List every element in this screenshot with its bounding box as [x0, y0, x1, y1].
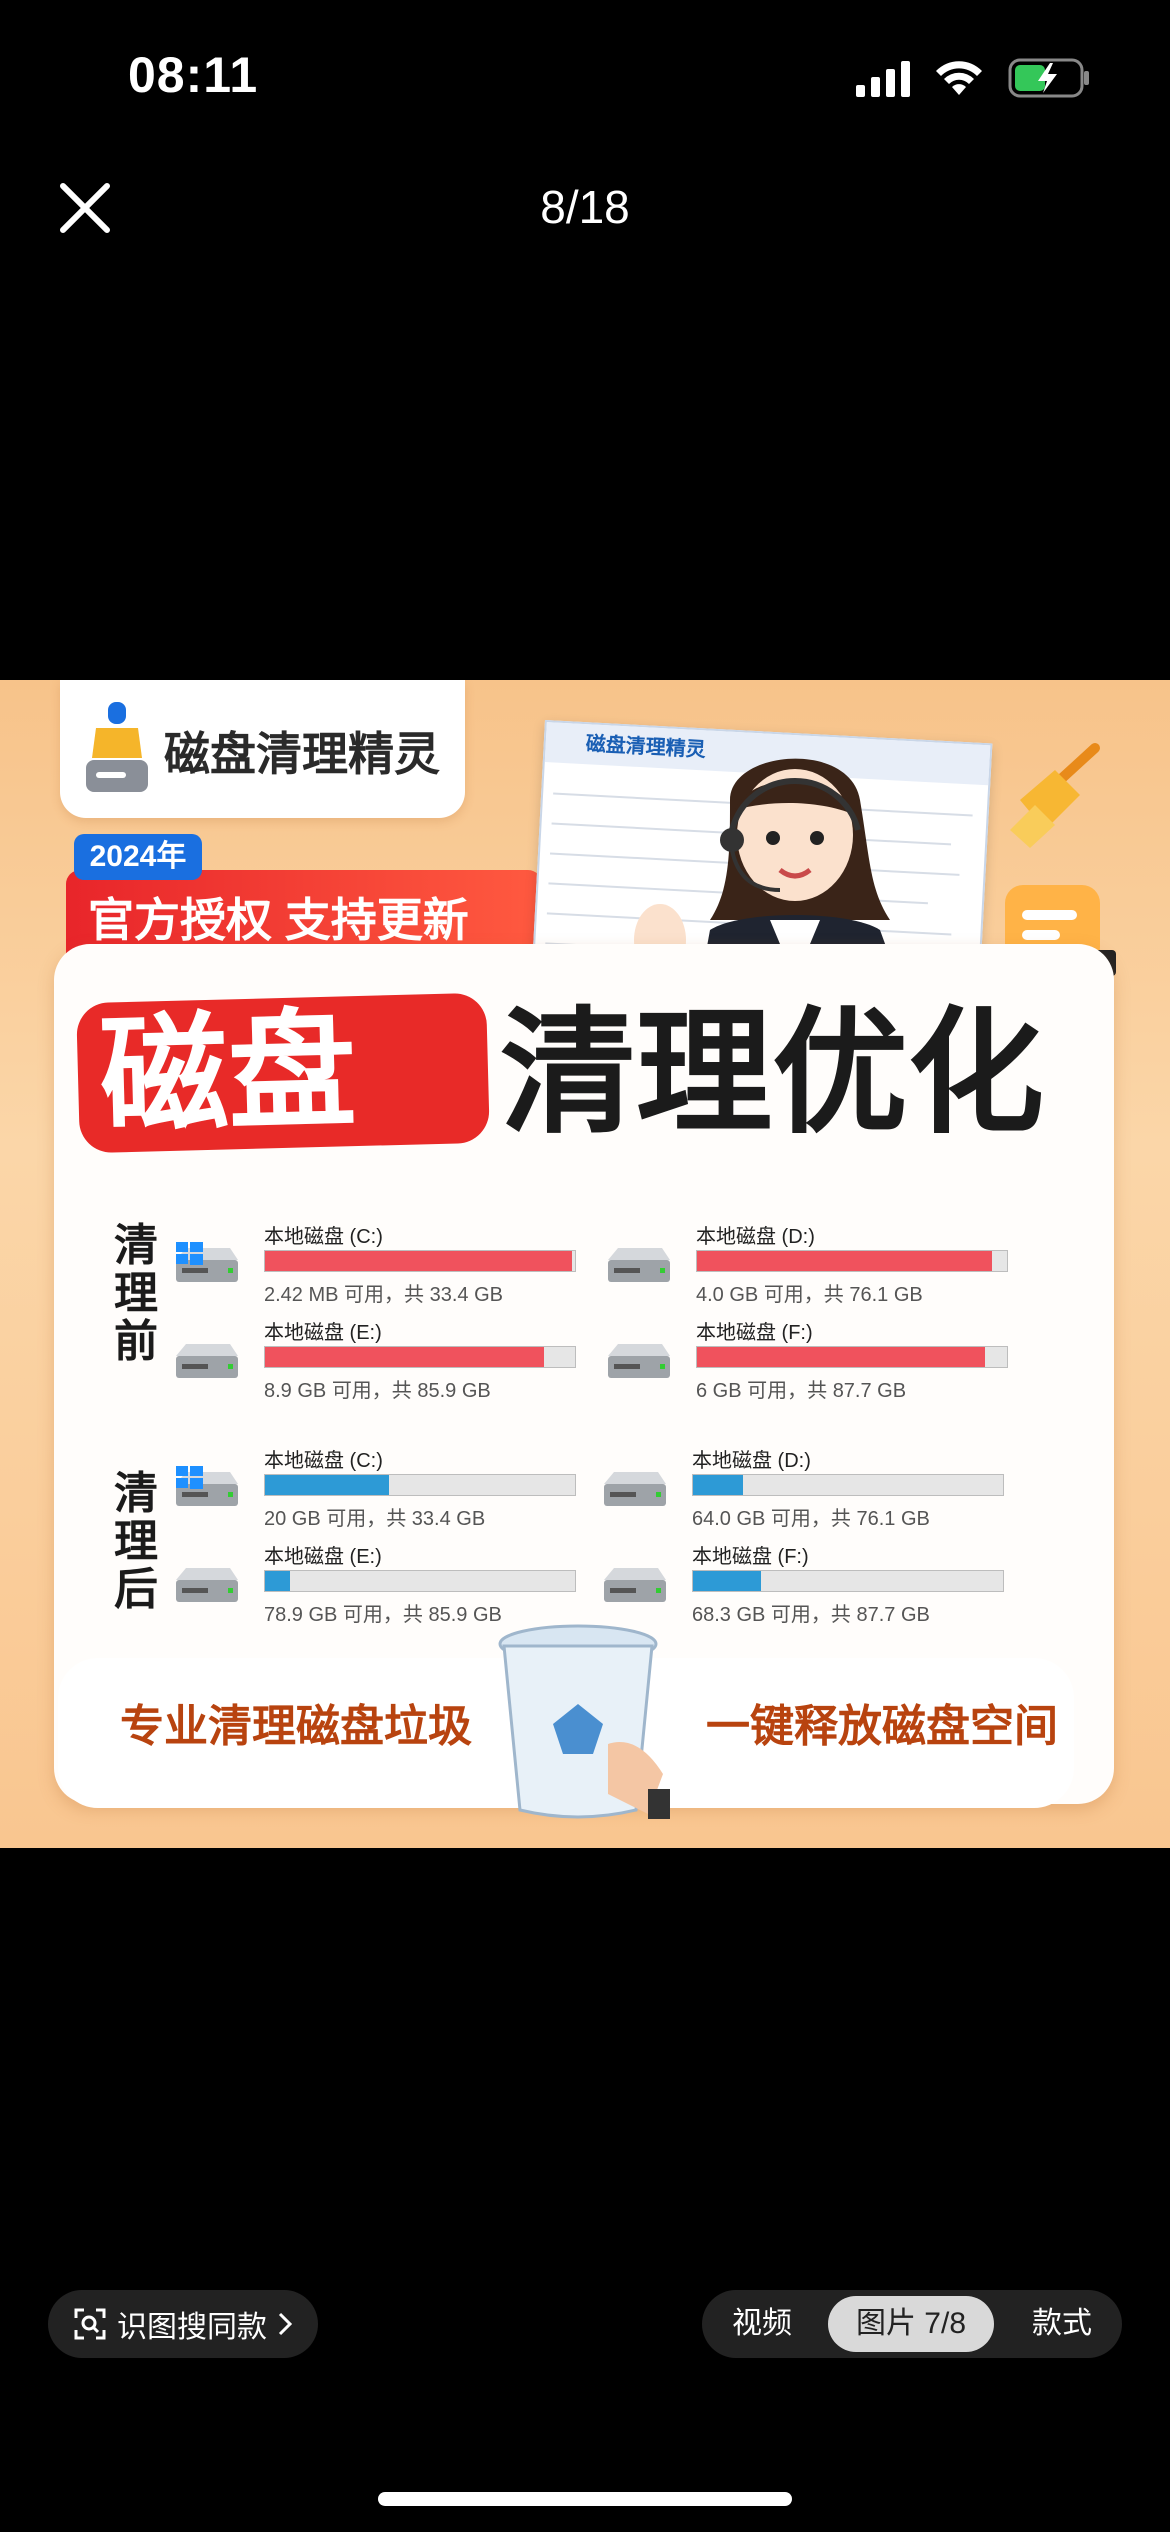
disk-usage-fill	[265, 1571, 290, 1591]
disk-free-space: 4.0 GB 可用，共 76.1 GB	[696, 1284, 923, 1306]
scan-search-icon	[74, 2308, 106, 2340]
disk-free-space: 6 GB 可用，共 87.7 GB	[696, 1380, 907, 1402]
disk-tile: 本地磁盘 (E:) 8.9 GB 可用，共 85.9 GB	[172, 1316, 592, 1406]
disk-usage-fill	[697, 1347, 986, 1367]
chevron-right-icon	[278, 2312, 293, 2336]
after-cleanup-label: 清 理 后	[106, 1470, 166, 1614]
disk-tile: 本地磁盘 (F:) 6 GB 可用，共 87.7 GB	[604, 1316, 1024, 1406]
home-indicator	[378, 2492, 792, 2506]
status-icons	[856, 56, 1090, 100]
image-search-label: 识图搜同款	[117, 2311, 267, 2344]
disk-name: 本地磁盘 (C:)	[264, 1226, 383, 1248]
hard-drive-icon	[604, 1568, 666, 1602]
disk-free-space: 20 GB 可用，共 33.4 GB	[264, 1508, 486, 1530]
disk-name: 本地磁盘 (E:)	[264, 1322, 382, 1344]
disk-name: 本地磁盘 (D:)	[696, 1226, 815, 1248]
windows-drive-icon	[176, 1242, 238, 1282]
status-time: 08:11	[128, 47, 259, 103]
product-image[interactable]: 磁盘清理精灵 官方授权 支持更新 2024年 磁盘清理精灵 磁盘 清理优化 清 …	[0, 680, 1170, 1848]
disk-tile: 本地磁盘 (D:) 64.0 GB 可用，共 76.1 GB	[600, 1444, 1020, 1534]
hard-drive-icon	[608, 1344, 670, 1378]
disk-usage-fill	[265, 1251, 572, 1271]
windows-drive-icon	[176, 1466, 238, 1506]
hard-drive-icon	[176, 1568, 238, 1602]
disk-cleaner-logo-icon	[86, 702, 148, 792]
slogan-left: 专业清理磁盘垃圾	[120, 1702, 472, 1751]
headline-highlight-text: 磁盘	[98, 999, 358, 1149]
disk-usage-bar	[264, 1346, 576, 1368]
disk-usage-bar	[264, 1570, 576, 1592]
status-bar: 08:11	[0, 0, 1170, 150]
disk-usage-bar	[264, 1474, 576, 1496]
disk-usage-bar	[692, 1474, 1004, 1496]
broom-icon	[1010, 743, 1100, 848]
hard-drive-icon	[608, 1248, 670, 1282]
disk-free-space: 78.9 GB 可用，共 85.9 GB	[264, 1604, 502, 1626]
before-cleanup-label: 清 理 前	[106, 1222, 166, 1366]
disk-tile: 本地磁盘 (C:) 2.42 MB 可用，共 33.4 GB	[172, 1220, 592, 1310]
disk-tile: 本地磁盘 (F:) 68.3 GB 可用，共 87.7 GB	[600, 1540, 1020, 1630]
disk-usage-fill	[693, 1571, 762, 1591]
hard-drive-icon	[176, 1344, 238, 1378]
after-label-char: 清	[114, 1469, 158, 1518]
promo-ribbon-text: 官方授权 支持更新	[88, 894, 469, 946]
disk-usage-bar	[264, 1250, 576, 1272]
disk-tile: 本地磁盘 (C:) 20 GB 可用，共 33.4 GB	[172, 1444, 592, 1534]
disk-name: 本地磁盘 (F:)	[696, 1322, 813, 1344]
app-logo-text: 磁盘清理精灵	[164, 728, 440, 780]
battery-charging-icon	[1008, 58, 1089, 98]
disk-usage-fill	[693, 1475, 743, 1495]
disk-usage-fill	[265, 1347, 544, 1367]
headline-text: 清理优化	[500, 997, 1044, 1149]
media-type-segmented-control: 视频 图片 7/8 款式	[702, 2290, 1122, 2358]
after-label-char: 后	[114, 1565, 158, 1614]
tab-video[interactable]: 视频	[702, 2290, 822, 2358]
disk-usage-bar	[692, 1570, 1004, 1592]
headline-highlight-box: 磁盘	[76, 992, 490, 1154]
before-label-char: 清	[114, 1221, 158, 1270]
disk-name: 本地磁盘 (E:)	[264, 1546, 382, 1568]
disk-free-space: 64.0 GB 可用，共 76.1 GB	[692, 1508, 930, 1530]
disk-free-space: 2.42 MB 可用，共 33.4 GB	[264, 1284, 503, 1306]
disk-usage-bar	[696, 1250, 1008, 1272]
disk-usage-fill	[265, 1475, 389, 1495]
disk-tile: 本地磁盘 (E:) 78.9 GB 可用，共 85.9 GB	[172, 1540, 592, 1630]
image-search-button[interactable]: 识图搜同款	[48, 2290, 318, 2358]
disk-usage-bar	[696, 1346, 1008, 1368]
wifi-icon	[936, 61, 982, 95]
disk-usage-fill	[697, 1251, 992, 1271]
image-counter: 8/18	[540, 181, 630, 233]
disk-name: 本地磁盘 (C:)	[264, 1450, 383, 1472]
disk-free-space: 8.9 GB 可用，共 85.9 GB	[264, 1380, 491, 1402]
disk-name: 本地磁盘 (D:)	[692, 1450, 811, 1472]
recycle-bin-icon	[498, 1624, 670, 1819]
app-logo-box: 磁盘清理精灵	[60, 680, 465, 818]
slogan-right: 一键释放磁盘空间	[706, 1702, 1058, 1751]
before-label-char: 前	[114, 1317, 158, 1366]
tab-images[interactable]: 图片 7/8	[828, 2296, 994, 2352]
cellular-signal-icon	[856, 59, 910, 97]
before-label-char: 理	[114, 1269, 158, 1318]
year-badge: 2024年	[74, 834, 202, 880]
disk-free-space: 68.3 GB 可用，共 87.7 GB	[692, 1604, 930, 1626]
disk-tile: 本地磁盘 (D:) 4.0 GB 可用，共 76.1 GB	[604, 1220, 1024, 1310]
hard-drive-icon	[604, 1472, 666, 1506]
after-label-char: 理	[114, 1517, 158, 1566]
tab-styles[interactable]: 款式	[1002, 2290, 1122, 2358]
disk-name: 本地磁盘 (F:)	[692, 1546, 809, 1568]
